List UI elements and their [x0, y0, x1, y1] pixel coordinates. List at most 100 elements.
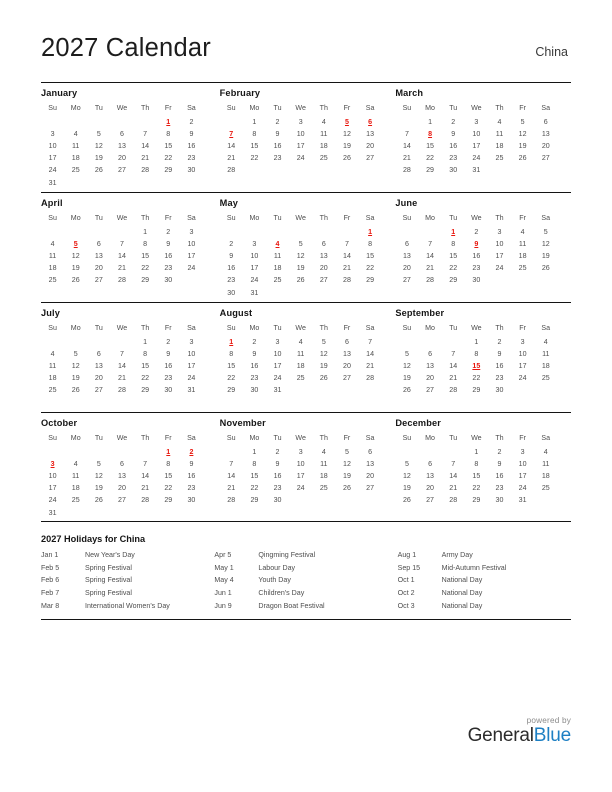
weekday-header: Fr	[343, 104, 351, 112]
day-cell: 18	[71, 484, 80, 493]
week-row: 25 26 27 28 29 30 31	[41, 384, 203, 396]
day-cell: 3	[520, 448, 525, 457]
day-cell: 27	[118, 166, 126, 175]
holidays-title: 2027 Holidays for China	[41, 534, 146, 544]
day-cell: 31	[250, 288, 259, 297]
weekday-header: Sa	[541, 214, 551, 222]
month-name: September	[395, 308, 445, 318]
day-cell-empty	[335, 494, 358, 506]
weekday-header: Sa	[187, 104, 196, 112]
day-cell: 16	[164, 252, 173, 261]
day-cell: 18	[518, 252, 527, 261]
holiday-column: Apr 5 Qingming Festival May 1 Labour Day May…	[214, 549, 397, 612]
weekday-header: Mo	[249, 104, 260, 112]
brand-name: GeneralBlue	[467, 725, 572, 747]
weekday-header: Fr	[343, 214, 351, 222]
day-cell: 2	[497, 448, 502, 457]
weekday-header: Su	[48, 434, 57, 442]
week-row: 3 4 5 6 7 8 9	[41, 458, 203, 470]
week-row: 4 5 6 7 8 9 10	[41, 238, 203, 250]
day-cell: 4	[298, 338, 303, 347]
week-row: 14 15 16 17 18 19 20	[220, 140, 382, 152]
day-cell: 14	[141, 142, 150, 151]
day-cell: 17	[472, 142, 481, 151]
day-cell: 2	[166, 338, 171, 347]
day-cell-holiday: 3	[50, 460, 55, 469]
day-cell: 13	[118, 142, 126, 151]
day-cell: 24	[48, 166, 57, 175]
day-cell: 13	[343, 350, 351, 359]
day-cell: 3	[252, 240, 257, 249]
day-cell: 3	[189, 228, 194, 237]
day-cell: 11	[273, 252, 282, 261]
day-cell: 1	[474, 448, 479, 457]
day-cell: 22	[250, 154, 259, 163]
day-cell: 27	[366, 484, 375, 493]
day-cell: 25	[71, 166, 80, 175]
week-row: 5 6 7 8 9 10 11	[395, 348, 557, 360]
weekday-header: Tu	[94, 324, 103, 332]
day-cell: 2	[166, 228, 171, 237]
week-row: 5 6 7 8 9 10 11	[395, 458, 557, 470]
day-cell: 10	[472, 130, 481, 139]
weekday-header: Th	[319, 434, 328, 442]
day-cell: 18	[495, 142, 504, 151]
weekday-header: Fr	[343, 434, 351, 442]
day-cell: 28	[141, 166, 150, 175]
weekday-header: Th	[140, 324, 150, 332]
week-row: 1 2 3 4 5 6	[395, 116, 557, 128]
day-cell: 5	[404, 460, 409, 469]
day-cell: 30	[187, 166, 196, 175]
day-cell: 23	[273, 154, 282, 163]
holiday-row: Oct 2 National Day	[398, 587, 571, 600]
day-cell: 27	[426, 386, 434, 395]
day-cell: 20	[94, 264, 103, 273]
day-cell: 5	[344, 448, 349, 457]
day-cell: 26	[71, 386, 80, 395]
day-cell: 23	[273, 484, 282, 493]
day-cell: 20	[366, 142, 375, 151]
day-cell: 20	[319, 264, 328, 273]
week-row: 17 18 19 20 21 22 23	[41, 152, 203, 164]
day-cell-empty	[289, 164, 312, 176]
day-cell: 15	[141, 362, 150, 371]
day-cell-empty	[243, 226, 266, 238]
day-cell: 26	[71, 276, 80, 285]
day-cell: 26	[319, 374, 328, 383]
day-cell: 16	[273, 142, 282, 151]
holiday-name: Qingming Festival	[258, 551, 316, 560]
day-cell-empty	[41, 336, 64, 348]
day-cell: 15	[141, 252, 150, 261]
day-cell: 8	[451, 240, 456, 249]
day-cell: 29	[164, 496, 173, 505]
day-cell-holiday: 5	[344, 118, 349, 127]
weekday-header: Tu	[449, 104, 458, 112]
day-cell-empty	[266, 286, 289, 298]
day-cell: 31	[518, 496, 527, 505]
day-cell: 24	[472, 154, 481, 163]
brand-name-first: General	[467, 725, 534, 747]
day-cell: 3	[474, 118, 479, 127]
day-cell-empty	[180, 506, 203, 518]
weekday-header-row: Su Mo Tu We Th Fr Sa	[395, 433, 557, 446]
holiday-row: May 1 Labour Day	[214, 562, 397, 575]
day-cell-empty	[87, 446, 110, 458]
day-cell: 30	[495, 386, 504, 395]
day-cell: 20	[426, 484, 434, 493]
day-cell: 26	[343, 154, 351, 163]
holiday-date: Apr 5	[214, 551, 232, 560]
day-cell-holiday: 8	[428, 130, 433, 139]
day-cell: 22	[250, 484, 259, 493]
day-cell: 15	[250, 472, 259, 481]
weekday-header: Su	[48, 104, 57, 112]
day-cell: 24	[250, 276, 259, 285]
day-cell: 1	[428, 118, 433, 127]
day-cell: 15	[227, 362, 236, 371]
day-cell: 18	[541, 472, 550, 481]
day-cell: 7	[451, 350, 456, 359]
day-cell: 17	[187, 252, 196, 261]
holiday-row: May 4 Youth Day	[214, 574, 397, 587]
day-cell: 16	[495, 472, 504, 481]
day-cell: 9	[497, 350, 502, 359]
week-row: 15 16 17 18 19 20 21	[220, 360, 382, 372]
